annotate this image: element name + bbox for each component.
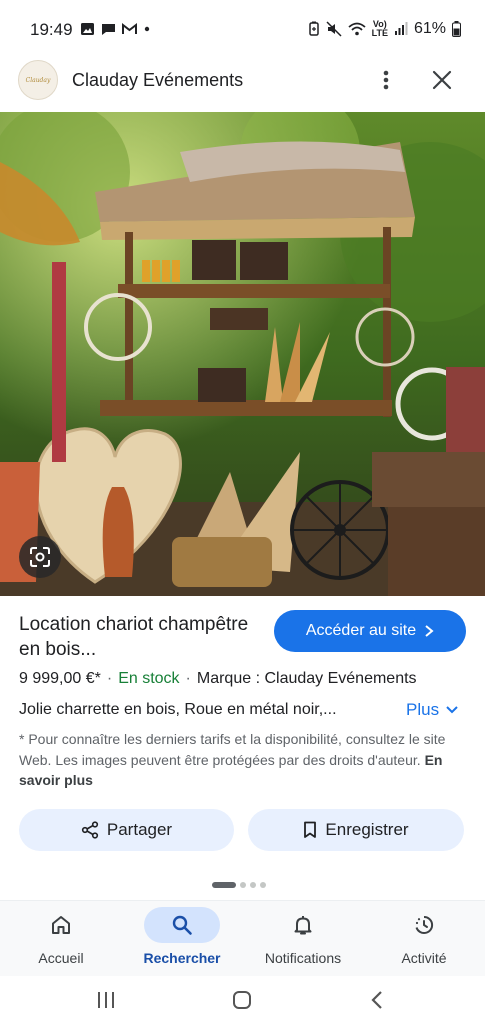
more-details-label: Plus (406, 700, 440, 719)
wifi-icon (348, 22, 366, 36)
chevron-right-icon (425, 625, 434, 637)
notification-icons (80, 22, 151, 36)
lens-search-button[interactable] (19, 536, 61, 578)
home-icon (52, 916, 70, 934)
battery-percent: 61% (413, 20, 446, 37)
visit-site-label: Accéder au site (305, 622, 417, 639)
chevron-down-icon (446, 706, 458, 714)
visit-site-button[interactable]: Accéder au site (274, 610, 466, 652)
more-vert-icon (383, 70, 389, 90)
google-lens-icon (30, 547, 50, 567)
recents-icon[interactable] (94, 988, 118, 1012)
nav-home-label: Accueil (38, 950, 84, 966)
site-logo[interactable]: Clauday (18, 60, 58, 100)
product-description: Jolie charrette en bois, Roue en métal n… (19, 701, 337, 718)
home-circle-icon[interactable] (230, 988, 254, 1012)
nav-notifications[interactable]: Notifications (248, 901, 358, 977)
system-navigation-bar (0, 976, 485, 1024)
status-time: 19:49 (30, 20, 73, 39)
volte-icon: Vo) LTE (371, 19, 388, 38)
dot-icon (144, 26, 150, 32)
signal-icon (394, 22, 408, 35)
mute-icon (326, 21, 342, 37)
share-label: Partager (106, 820, 173, 839)
nav-activity[interactable]: Activité (369, 901, 479, 977)
price-disclaimer: * Pour connaître les derniers tarifs et … (19, 729, 469, 791)
pager-dot (260, 882, 266, 888)
search-icon (172, 915, 192, 935)
site-name[interactable]: Clauday Evénements (72, 70, 243, 91)
close-icon (432, 70, 452, 90)
back-icon[interactable] (366, 988, 390, 1012)
bookmark-icon (304, 821, 317, 838)
product-price: 9 999,00 €* (19, 670, 101, 687)
status-bar: 19:49 Vo) LTE 61% (0, 0, 485, 60)
nav-home[interactable]: Accueil (6, 901, 116, 977)
bottom-navigation: Accueil Rechercher Notifications Activit… (0, 900, 485, 976)
pager-dot (240, 882, 246, 888)
pager-dot-active (212, 882, 236, 888)
more-details-link[interactable]: Plus (406, 700, 459, 720)
bell-icon (294, 916, 312, 935)
pager-dot (250, 882, 256, 888)
gmail-icon (122, 22, 137, 34)
product-meta: 9 999,00 €* · En stock · Marque : Clauday Ev… (19, 670, 417, 687)
save-button[interactable]: Enregistrer (248, 809, 464, 851)
more-options-button[interactable] (374, 66, 398, 94)
battery-saver-icon (308, 21, 319, 36)
close-button[interactable] (428, 66, 456, 94)
nav-activity-label: Activité (401, 950, 447, 966)
stock-status: En stock (118, 670, 180, 687)
image-pager[interactable] (212, 882, 266, 888)
system-status-icons: Vo) LTE 61% (308, 20, 461, 38)
battery-icon (452, 21, 461, 37)
product-image[interactable] (0, 112, 485, 596)
gallery-icon (81, 23, 94, 35)
share-button[interactable]: Partager (19, 809, 234, 851)
brand-label: Marque : Clauday Evénements (196, 670, 417, 687)
nav-notifications-label: Notifications (264, 950, 342, 966)
save-label: Enregistrer (325, 820, 409, 839)
disclaimer-text: * Pour connaître les derniers tarifs et … (19, 731, 446, 768)
nav-search[interactable]: Rechercher (127, 901, 237, 977)
message-icon (102, 24, 115, 35)
nav-search-label: Rechercher (143, 950, 221, 966)
product-title[interactable]: Location chariot champêtre en bois... (19, 612, 259, 662)
activity-icon (415, 915, 434, 934)
product-photo (0, 112, 485, 596)
share-icon (81, 821, 98, 839)
result-header: Clauday Clauday Evénements (0, 60, 485, 110)
